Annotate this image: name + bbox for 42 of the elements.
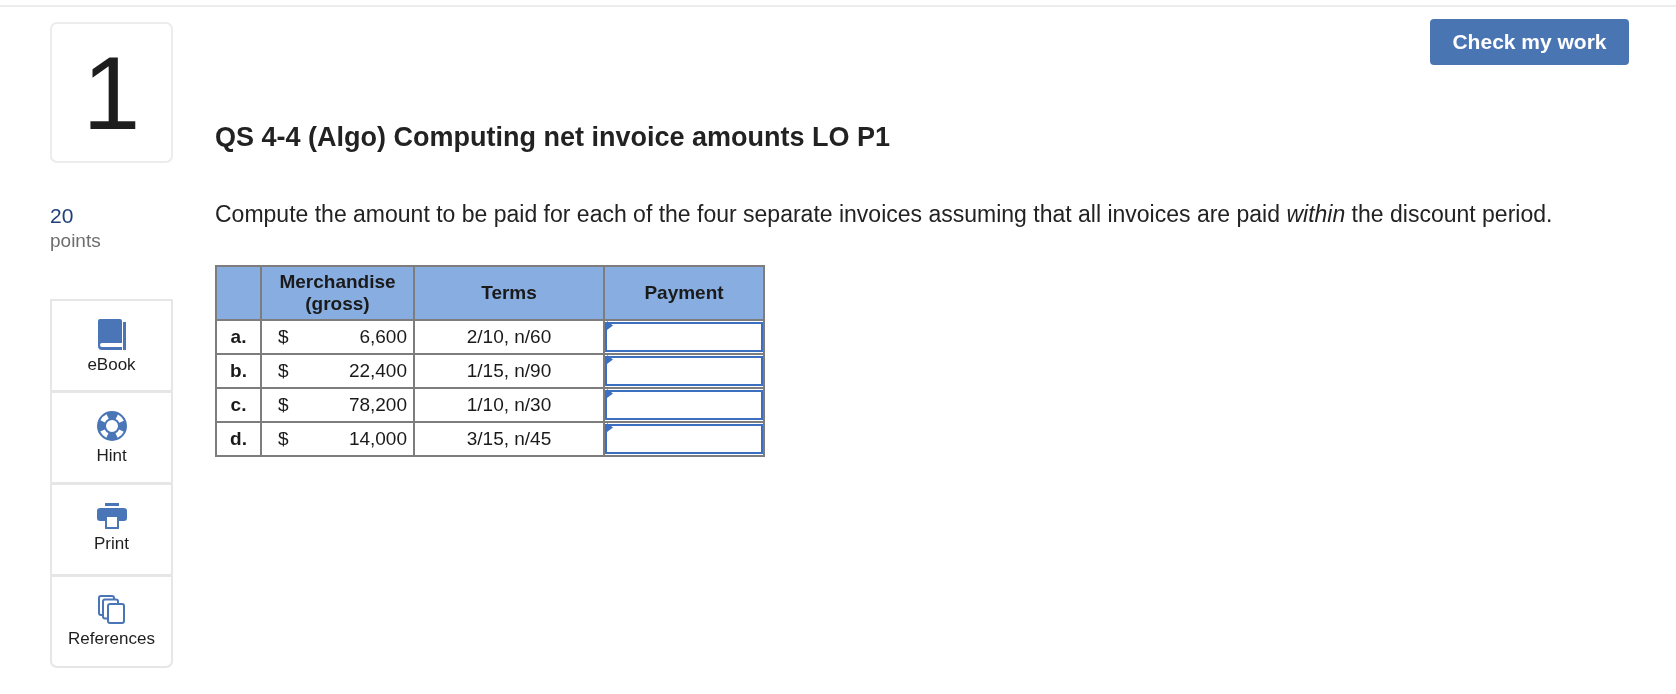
question-number: 1 — [50, 22, 173, 163]
corner-marker-icon — [607, 423, 613, 432]
instructions-text: Compute the amount to be paid for each of the four separate invoices assuming that all invoices are paid within the discount period. — [215, 200, 1554, 228]
question-title: QS 4-4 (Algo) Computing net invoice amounts LO P1 — [215, 121, 892, 153]
row-label: c. — [216, 388, 261, 422]
row-label: a. — [216, 320, 261, 354]
amount-value: 6,600 — [359, 326, 407, 348]
row-label: b. — [216, 354, 261, 388]
currency-symbol: $ — [278, 326, 289, 348]
payment-input[interactable] — [605, 322, 763, 352]
points-value: 20 — [50, 203, 75, 228]
book-icon — [97, 319, 126, 350]
terms-cell: 2/10, n/60 — [414, 320, 604, 354]
terms-cell: 1/10, n/30 — [414, 388, 604, 422]
column-header: Merchandise (gross) — [261, 266, 414, 320]
hint-button[interactable]: Hint — [50, 391, 173, 484]
amount-value: 78,200 — [348, 394, 407, 416]
points-label: points — [50, 229, 102, 253]
amount-value: 22,400 — [348, 360, 407, 382]
payment-input[interactable] — [605, 390, 763, 420]
currency-symbol: $ — [278, 394, 289, 416]
corner-marker-icon — [607, 321, 613, 330]
references-button[interactable]: References — [50, 575, 173, 668]
column-header: Terms — [414, 266, 604, 320]
table-header-corner — [216, 266, 261, 320]
printer-icon — [96, 503, 127, 529]
terms-cell: 3/15, n/45 — [414, 422, 604, 456]
payment-input[interactable] — [605, 424, 763, 454]
currency-symbol: $ — [278, 428, 289, 450]
check-my-work-button[interactable]: Check my work — [1430, 19, 1629, 65]
column-header: Payment — [604, 266, 764, 320]
documents-icon — [98, 595, 125, 624]
row-label: d. — [216, 422, 261, 456]
payment-input[interactable] — [605, 356, 763, 386]
print-button[interactable]: Print — [50, 483, 173, 576]
corner-marker-icon — [607, 355, 613, 364]
ebook-button[interactable]: eBook — [50, 299, 173, 392]
amount-value: 14,000 — [348, 428, 407, 450]
currency-symbol: $ — [278, 360, 289, 382]
corner-marker-icon — [607, 389, 613, 398]
terms-cell: 1/15, n/90 — [414, 354, 604, 388]
lifebuoy-icon — [96, 411, 127, 441]
